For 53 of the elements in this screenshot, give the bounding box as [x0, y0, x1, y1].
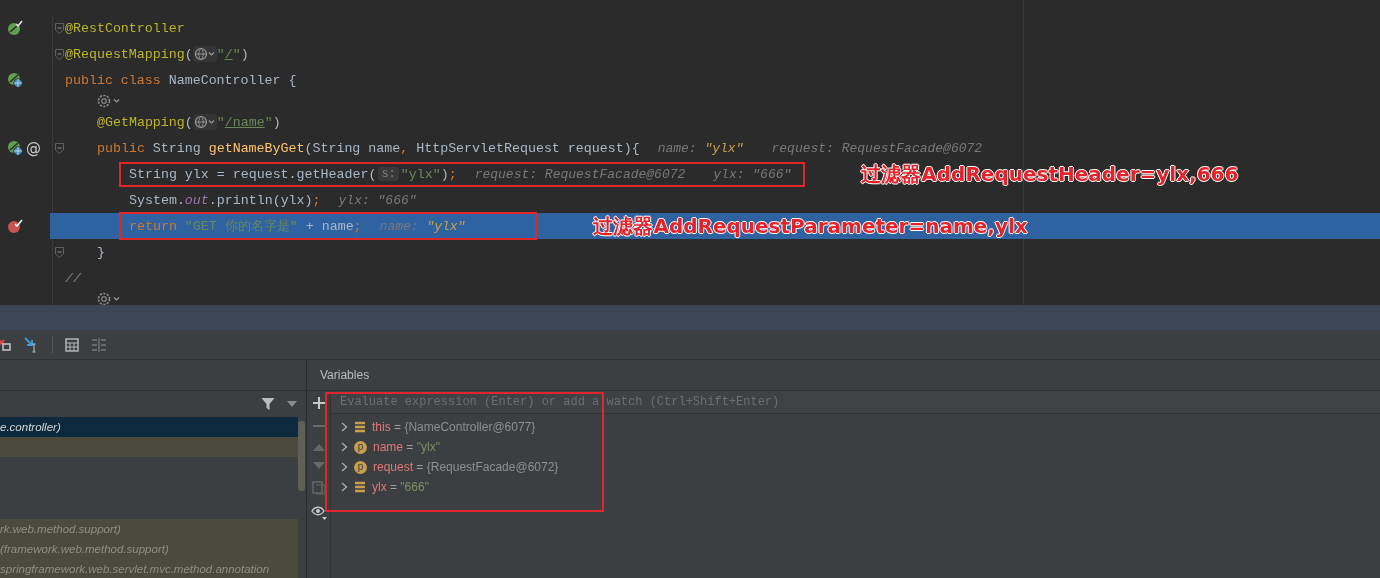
- filter-icon[interactable]: [261, 397, 275, 411]
- code-text: @RequestMapping(: [65, 46, 193, 62]
- code-text: System.out.println(ylx);: [129, 192, 321, 208]
- fold-marker-icon[interactable]: [54, 48, 64, 60]
- variable-entry[interactable]: request = {RequestFacade@6072}: [373, 460, 559, 474]
- parameter-icon: p: [354, 460, 367, 474]
- fold-marker-icon[interactable]: [54, 22, 64, 34]
- code-text: }: [97, 244, 105, 260]
- stack-frame-item[interactable]: e.controller): [0, 417, 298, 437]
- variable-entry[interactable]: name = "ylx": [373, 440, 440, 454]
- inline-value-hint: request: RequestFacade@6072: [771, 140, 983, 156]
- table-icon[interactable]: [65, 337, 79, 352]
- annotation-marker[interactable]: @: [26, 139, 41, 157]
- drop-frame-icon[interactable]: [0, 336, 12, 353]
- inline-value-hint: ylx: "666": [713, 166, 792, 182]
- inline-value-hint: name: "ylx": [657, 140, 744, 156]
- inline-value-hint: ylx: "666": [338, 192, 417, 208]
- globe-icon[interactable]: [192, 46, 217, 62]
- fold-marker-icon[interactable]: [54, 246, 64, 258]
- globe-icon[interactable]: [192, 114, 217, 130]
- bean-globe-icon[interactable]: [7, 72, 23, 88]
- annotation-label: 过滤器AddRequestHeader=ylx,666: [861, 160, 1239, 188]
- inline-value-hint: request: RequestFacade@6072: [474, 166, 686, 182]
- code-text: "/name"): [216, 114, 281, 130]
- code-text: @RestController: [65, 20, 185, 36]
- breakpoint-icon[interactable]: [7, 218, 23, 234]
- stack-frame-item[interactable]: rk.web.method.support): [0, 519, 298, 539]
- field-icon: [354, 481, 366, 493]
- code-text: public String getNameByGet(String name, HttpServletRequest request){: [97, 140, 640, 156]
- variable-entry[interactable]: this = {NameController@6077}: [372, 420, 536, 434]
- field-icon: [354, 421, 366, 433]
- code-text: String ylx = request.getHeader(: [129, 166, 377, 182]
- parameter-hint: s:: [378, 167, 399, 181]
- bean-check-icon[interactable]: [7, 20, 23, 36]
- fold-marker-icon[interactable]: [54, 142, 64, 154]
- stack-frame-item[interactable]: (framework.web.method.support): [0, 539, 298, 559]
- bean-globe-icon[interactable]: [7, 140, 23, 156]
- code-text: return "GET 你的名字是" + name;: [129, 218, 362, 235]
- eye-icon[interactable]: [310, 506, 327, 520]
- dropdown-caret-icon[interactable]: [287, 401, 297, 407]
- annotation-label: 过滤器AddRequestParameter=name,ylx: [593, 212, 1028, 240]
- code-text: //: [65, 270, 81, 286]
- code-text: @GetMapping(: [97, 114, 193, 130]
- panel-title: Variables: [320, 368, 370, 382]
- code-text: public class NameController {: [65, 72, 297, 88]
- add-icon[interactable]: [312, 397, 325, 409]
- variable-entry[interactable]: ylx = "666": [372, 480, 429, 494]
- parameter-icon: p: [354, 440, 367, 454]
- inline-value-hint: name: "ylx": [379, 218, 466, 234]
- stack-frame-item[interactable]: springframework.web.servlet.mvc.method.annotation: [0, 559, 298, 578]
- scrollbar[interactable]: [298, 421, 305, 491]
- code-text: "/"): [216, 46, 249, 62]
- code-text: "ylx");: [400, 166, 457, 182]
